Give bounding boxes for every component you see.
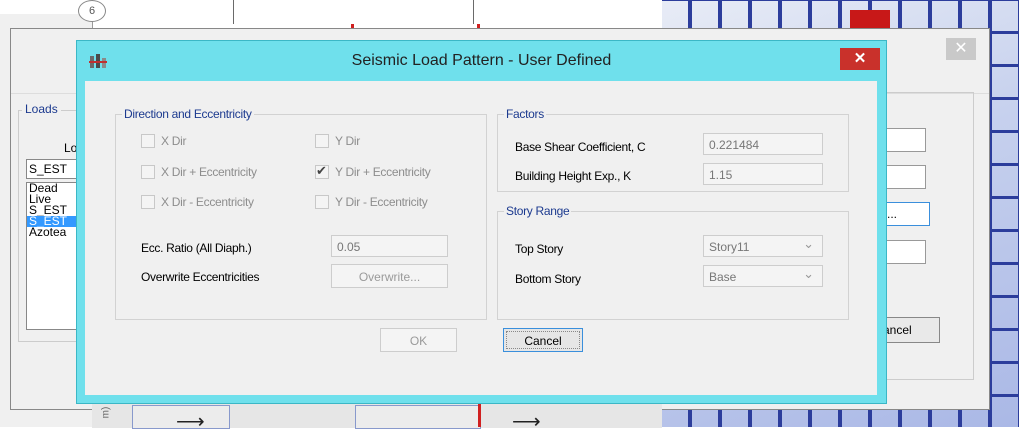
dialog-titlebar[interactable]: Seismic Load Pattern - User Defined ✕ xyxy=(77,41,886,81)
overwrite-button[interactable]: Overwrite... xyxy=(331,264,448,288)
base-shear-field[interactable]: 0.221484 xyxy=(703,133,823,155)
checkbox-box xyxy=(141,195,155,209)
ecc-ratio-field[interactable]: 0.05 xyxy=(331,235,448,257)
arrow-right-icon: ⟶ xyxy=(176,411,205,433)
bottom-story-label: Bottom Story xyxy=(515,272,581,286)
base-shear-label: Base Shear Coefficient, C xyxy=(515,140,646,154)
view-panel xyxy=(355,405,481,429)
checkbox-label: X Dir - Eccentricity xyxy=(161,195,254,209)
ok-button[interactable]: OK xyxy=(380,328,457,352)
modify-lateral-load-button[interactable]: ... xyxy=(882,202,930,226)
dialog-title: Seismic Load Pattern - User Defined xyxy=(351,52,612,69)
grid-line xyxy=(473,0,474,24)
checkbox-label: Y Dir - Eccentricity xyxy=(335,195,428,209)
ecc-ratio-label: Ecc. Ratio (All Diaph.) xyxy=(141,241,252,255)
axis-label: m) xyxy=(100,406,112,419)
close-icon[interactable]: ✕ xyxy=(840,48,880,70)
y-dir-minus-ecc-checkbox[interactable]: Y Dir - Eccentricity xyxy=(315,195,428,209)
overwrite-eccentricities-label: Overwrite Eccentricities xyxy=(141,270,260,284)
bottom-story-select[interactable]: Base xyxy=(703,263,823,287)
grid-line xyxy=(233,0,234,24)
checkbox-box xyxy=(141,165,155,179)
checkbox-label: Y Dir + Eccentricity xyxy=(335,165,431,179)
y-dir-plus-ecc-checkbox[interactable]: Y Dir + Eccentricity xyxy=(315,163,431,179)
factors-group-title: Factors xyxy=(504,107,546,121)
checkbox-label: X Dir + Eccentricity xyxy=(161,165,257,179)
loads-group-title: Loads xyxy=(22,102,61,116)
x-dir-minus-ecc-checkbox[interactable]: X Dir - Eccentricity xyxy=(141,195,254,209)
checkbox-box xyxy=(315,134,329,148)
cancel-button[interactable]: Cancel xyxy=(503,328,583,352)
close-icon[interactable]: ✕ xyxy=(946,38,976,60)
checkbox-label: Y Dir xyxy=(335,134,360,148)
seismic-load-pattern-dialog: Seismic Load Pattern - User Defined ✕ Di… xyxy=(76,40,887,404)
right-field[interactable] xyxy=(882,128,926,152)
cancel-button-background[interactable]: ancel xyxy=(880,317,940,343)
x-dir-checkbox[interactable]: X Dir xyxy=(141,134,186,148)
y-dir-checkbox[interactable]: Y Dir xyxy=(315,134,360,148)
right-field[interactable] xyxy=(882,240,926,264)
checkbox-label: X Dir xyxy=(161,134,187,148)
right-field[interactable] xyxy=(882,165,926,189)
checkbox-box-checked xyxy=(315,163,329,179)
frame-element xyxy=(478,400,481,427)
top-story-select[interactable]: Story11 xyxy=(703,233,823,257)
dialog-body: Direction and Eccentricity X Dir Y Dir X… xyxy=(85,81,877,395)
arrow-right-icon: ⟶ xyxy=(512,411,541,433)
direction-group-title: Direction and Eccentricity xyxy=(122,107,254,121)
checkbox-box xyxy=(315,195,329,209)
height-exp-field[interactable]: 1.15 xyxy=(703,163,823,185)
height-exp-label: Building Height Exp., K xyxy=(515,169,631,183)
story-range-group-title: Story Range xyxy=(504,204,572,218)
top-story-label: Top Story xyxy=(515,242,563,256)
checkbox-box xyxy=(141,134,155,148)
grid-bubble: 6 xyxy=(78,0,106,22)
x-dir-plus-ecc-checkbox[interactable]: X Dir + Eccentricity xyxy=(141,165,257,179)
